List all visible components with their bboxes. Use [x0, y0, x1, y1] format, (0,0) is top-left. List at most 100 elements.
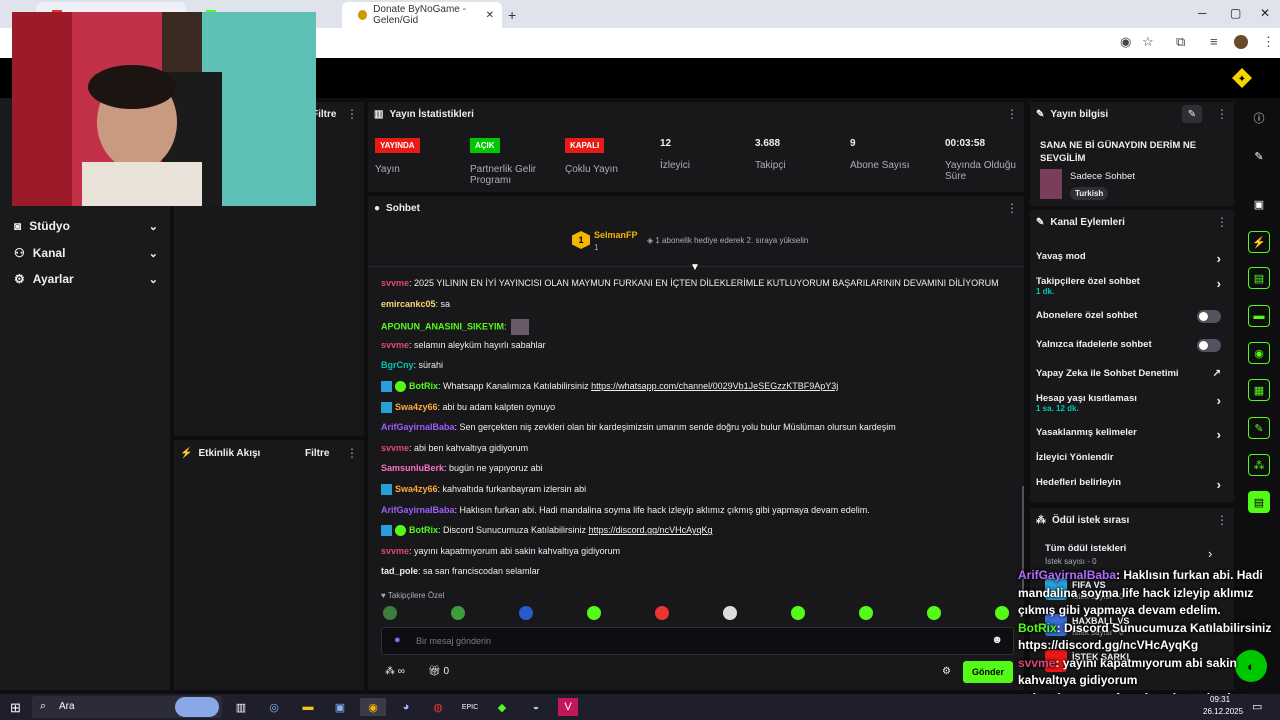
emote-icon[interactable] [587, 606, 601, 620]
screen-icon[interactable]: ▣ [1248, 193, 1270, 215]
nav-studio[interactable]: ◙ Stüdyo ⌄ [14, 219, 164, 233]
channel-points[interactable]: ⁂ ∞ [385, 666, 405, 677]
profile-avatar[interactable] [1234, 35, 1248, 49]
emote-icon[interactable] [927, 606, 941, 620]
chat-input-box[interactable]: ● Bir mesaj gönderin ☻ [381, 627, 1014, 655]
emote-icon[interactable] [791, 606, 805, 620]
chevron-right-icon[interactable]: › [1217, 477, 1221, 492]
chevron-right-icon[interactable]: › [1217, 427, 1221, 442]
send-button[interactable]: Gönder [963, 661, 1013, 683]
leaderboard-user[interactable]: SelmanFP [594, 230, 638, 240]
stats-menu-icon[interactable]: ⋮ [1006, 107, 1018, 121]
chevron-right-icon[interactable]: › [1217, 251, 1221, 266]
chevron-right-icon[interactable]: › [1208, 546, 1212, 561]
media-icon[interactable]: ≡ [1210, 34, 1218, 49]
panel-menu-icon[interactable]: ⋮ [346, 446, 358, 460]
channel-action-item[interactable]: Takipçilere özel sohbet 1 dk. › [1036, 276, 1231, 296]
chat-settings-icon[interactable]: ⚙ [942, 666, 951, 677]
star-icon[interactable]: ☆ [1142, 34, 1154, 50]
emote-icon[interactable] [655, 606, 669, 620]
channel-action-item[interactable]: Abonelere özel sohbet [1036, 310, 1231, 323]
chat-icon[interactable]: ▬ [1248, 305, 1270, 327]
maximize-button[interactable]: ▢ [1230, 6, 1241, 20]
chat-username[interactable]: svvme [381, 278, 409, 288]
task-view-icon[interactable]: ▥ [231, 698, 251, 716]
chat-username[interactable]: Swa4zy66 [395, 484, 438, 494]
lightning-icon[interactable]: ⚡ [1248, 231, 1270, 253]
emote-icon[interactable] [451, 606, 465, 620]
game-icon[interactable]: ◒ [526, 698, 546, 716]
chat-username[interactable]: ArifGayirnalBaba [381, 505, 455, 515]
obs-icon[interactable]: ◍ [428, 698, 448, 716]
channel-action-item[interactable]: Yasaklanmış kelimeler › [1036, 427, 1231, 442]
chat-username[interactable]: BgrCny [381, 360, 414, 370]
channel-action-item[interactable]: İzleyici Yönlendir [1036, 452, 1231, 463]
category-name[interactable]: Sadece Sohbet [1070, 171, 1135, 182]
tools-icon[interactable]: ✎ [1248, 417, 1270, 439]
broadcast-icon[interactable]: ◉ [1248, 342, 1270, 364]
chat-link[interactable]: https://discord.gg/ncVHcAyqKg [589, 525, 713, 535]
chat-username[interactable]: svvme [381, 546, 409, 556]
emote-icon[interactable] [859, 606, 873, 620]
epic-games-icon[interactable]: EPIC [460, 698, 480, 716]
reward-queue-menu-icon[interactable]: ⋮ [1216, 513, 1228, 527]
emote-icon[interactable] [995, 606, 1009, 620]
discord-icon[interactable]: ◕ [396, 698, 416, 716]
eye-icon[interactable]: ◉ [1120, 34, 1131, 50]
minimize-button[interactable]: ─ [1198, 6, 1207, 20]
emoji-icon[interactable]: ☻ [991, 634, 1003, 646]
emote-icon[interactable] [723, 606, 737, 620]
chat-username[interactable]: BotRix [409, 381, 438, 391]
channel-actions-menu-icon[interactable]: ⋮ [1216, 215, 1228, 229]
app-icon[interactable]: ◆ [492, 698, 512, 716]
chat-username[interactable]: svvme [381, 340, 409, 350]
notification-icon[interactable]: ▭ [1252, 700, 1262, 713]
nav-channel[interactable]: ⚇ Kanal ⌄ [14, 246, 164, 260]
file-explorer-icon[interactable]: ▬ [298, 698, 318, 716]
channel-action-item[interactable]: Hedefleri belirleyin › [1036, 477, 1231, 492]
close-window-button[interactable]: ✕ [1260, 6, 1270, 20]
chevron-right-icon[interactable]: › [1217, 393, 1221, 408]
external-link-icon[interactable]: ↗ [1213, 368, 1221, 379]
chat-menu-icon[interactable]: ⋮ [1006, 201, 1018, 215]
chat-username[interactable]: ArifGayirnalBaba [381, 422, 455, 432]
chat-username[interactable]: tad_pole [381, 566, 418, 576]
chat-username[interactable]: svvme [381, 443, 409, 453]
channel-action-item[interactable]: Yalnızca ifadelerle sohbet [1036, 339, 1231, 352]
pin-icon[interactable]: ▼ [690, 262, 700, 273]
nav-settings[interactable]: ⚙ Ayarlar ⌄ [14, 272, 164, 286]
emote-icon[interactable] [519, 606, 533, 620]
chrome-icon[interactable]: ◉ [360, 698, 386, 716]
chat-link[interactable]: https://whatsapp.com/channel/0029Vb1JeSE… [591, 381, 838, 391]
browser-tab-donate[interactable]: Donate ByNoGame - Gelen/Gid ✕ [342, 2, 502, 28]
edit-pencil-icon[interactable]: ✎ [1182, 105, 1202, 123]
document-icon[interactable]: ▤ [1248, 267, 1270, 289]
menu-dots-icon[interactable]: ⋮ [1262, 34, 1275, 50]
clapper-icon[interactable]: ▤ [1248, 491, 1270, 513]
channel-action-item[interactable]: Hesap yaşı kısıtlaması 1 sa. 12 dk. › [1036, 393, 1231, 413]
chat-username[interactable]: APONUN_ANASINI_SIKEYIM [381, 322, 504, 332]
extensions-icon[interactable]: ⧉ [1176, 34, 1185, 50]
windows-start-icon[interactable]: ⊞ [10, 700, 21, 716]
chat-username[interactable]: BotRix [409, 525, 438, 535]
chevron-right-icon[interactable]: › [1217, 276, 1221, 291]
layout-icon[interactable]: ▦ [1248, 379, 1270, 401]
channel-action-item[interactable]: Yavaş mod › [1036, 251, 1231, 266]
kick-logo-icon[interactable]: ✦ [1232, 68, 1252, 88]
new-tab-button[interactable]: + [504, 2, 524, 28]
valorant-icon[interactable]: V [558, 698, 578, 716]
activity-filter-button[interactable]: Filtre [305, 448, 329, 459]
close-tab-icon[interactable]: ✕ [486, 10, 494, 21]
chat-username[interactable]: SamsunluBerk [381, 463, 444, 473]
rewards-icon[interactable]: ⁂ [1248, 454, 1270, 476]
stream-info-menu-icon[interactable]: ⋮ [1216, 107, 1228, 121]
toggle-switch[interactable] [1197, 339, 1221, 352]
taskbar-search[interactable]: ⌕ Ara [32, 696, 222, 718]
store-icon[interactable]: ▣ [330, 698, 350, 716]
steam-icon[interactable]: ◎ [264, 698, 284, 716]
gift-counter[interactable]: 🎁︎ 0 [428, 666, 449, 677]
info-icon[interactable]: ⓘ [1248, 107, 1270, 129]
channel-action-item[interactable]: Yapay Zeka ile Sohbet Denetimi ↗ [1036, 368, 1231, 379]
chat-username[interactable]: Swa4zy66 [395, 402, 438, 412]
emote-icon[interactable] [383, 606, 397, 620]
